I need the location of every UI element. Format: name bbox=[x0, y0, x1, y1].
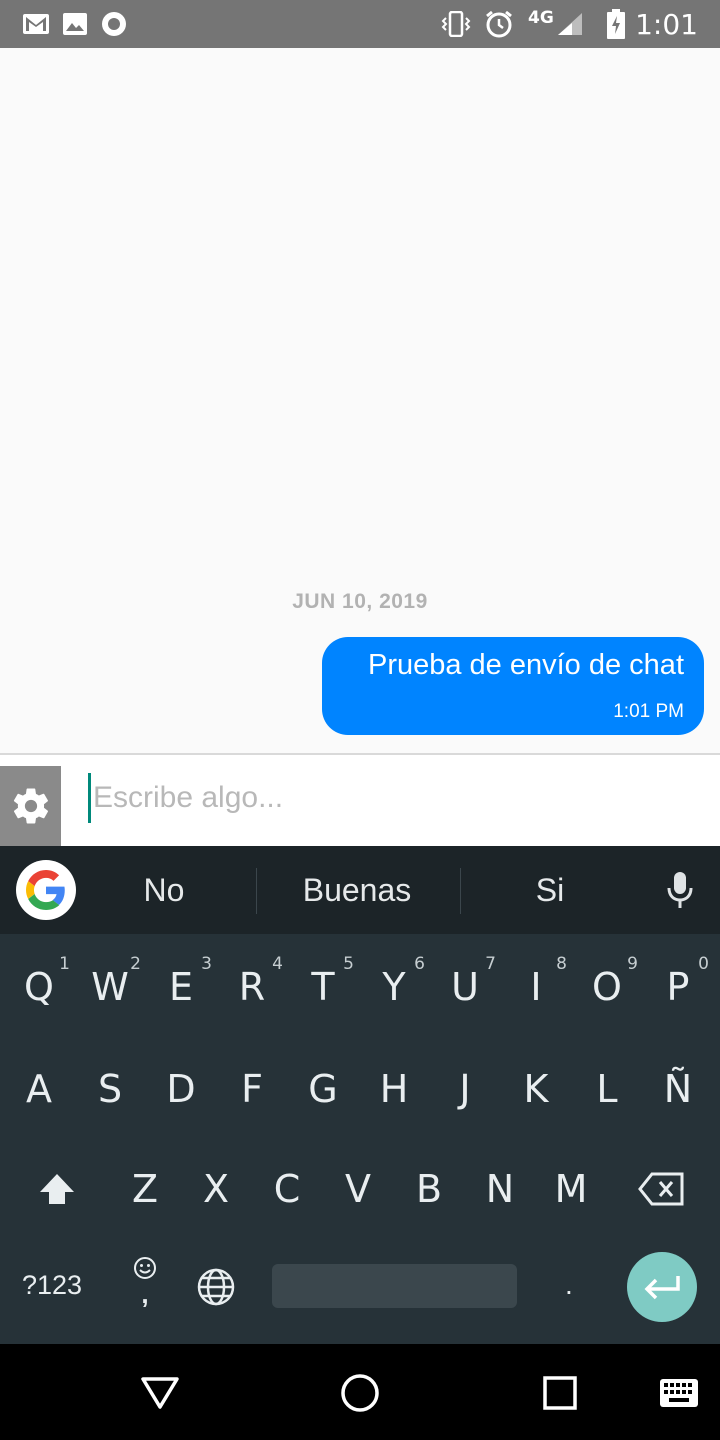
enter-key[interactable] bbox=[627, 1252, 697, 1322]
gear-icon bbox=[13, 788, 48, 824]
record-icon bbox=[100, 10, 128, 38]
message-timestamp: 1:01 PM bbox=[613, 701, 684, 722]
suggestion-3[interactable]: Si bbox=[460, 872, 640, 909]
key-t[interactable]: T5 bbox=[288, 942, 358, 1032]
key-f[interactable]: F bbox=[217, 1044, 287, 1134]
key-b[interactable]: B bbox=[394, 1144, 464, 1234]
message-text: Prueba de envío de chat bbox=[367, 649, 684, 681]
keyboard-suggestion-bar: No Buenas Si bbox=[0, 846, 720, 934]
key-x[interactable]: X bbox=[181, 1144, 251, 1234]
period-key[interactable]: . bbox=[565, 1269, 573, 1301]
key-p[interactable]: P0 bbox=[643, 942, 713, 1032]
key-r[interactable]: R4 bbox=[217, 942, 287, 1032]
date-separator: JUN 10, 2019 bbox=[292, 590, 428, 613]
keyboard-switch-button[interactable] bbox=[656, 1370, 702, 1416]
key-u[interactable]: U7 bbox=[430, 942, 500, 1032]
message-input[interactable] bbox=[88, 773, 688, 823]
key-o[interactable]: O9 bbox=[572, 942, 642, 1032]
google-icon[interactable] bbox=[16, 860, 76, 920]
image-icon bbox=[62, 10, 88, 38]
comma-label: , bbox=[141, 1279, 149, 1309]
key-c[interactable]: C bbox=[252, 1144, 322, 1234]
key-i[interactable]: I8 bbox=[501, 942, 571, 1032]
key-n[interactable]: N bbox=[465, 1144, 535, 1234]
key-v[interactable]: V bbox=[323, 1144, 393, 1234]
message-composer bbox=[0, 755, 720, 846]
backspace-key[interactable] bbox=[626, 1144, 696, 1234]
gmail-icon bbox=[22, 10, 50, 38]
recents-button[interactable] bbox=[537, 1370, 583, 1416]
recents-icon bbox=[543, 1376, 577, 1410]
backspace-icon bbox=[638, 1172, 684, 1206]
key-n-tilde[interactable]: Ñ bbox=[643, 1044, 713, 1134]
navigation-bar bbox=[0, 1344, 720, 1440]
clock: 1:01 bbox=[635, 8, 698, 41]
key-w[interactable]: W2 bbox=[75, 942, 145, 1032]
back-button[interactable] bbox=[137, 1370, 183, 1416]
suggestion-1[interactable]: No bbox=[74, 872, 254, 909]
globe-icon bbox=[197, 1268, 235, 1306]
network-type: 4G bbox=[528, 8, 554, 28]
key-j[interactable]: J bbox=[430, 1044, 500, 1134]
suggestion-divider bbox=[256, 868, 257, 914]
alarm-icon bbox=[484, 10, 514, 38]
key-z[interactable]: Z bbox=[110, 1144, 180, 1234]
emoji-icon bbox=[134, 1257, 156, 1279]
vibrate-icon bbox=[440, 10, 472, 38]
enter-icon bbox=[644, 1276, 680, 1300]
suggestion-2[interactable]: Buenas bbox=[267, 872, 447, 909]
key-d[interactable]: D bbox=[146, 1044, 216, 1134]
back-icon bbox=[141, 1377, 179, 1409]
keyboard: Q1 W2 E3 R4 T5 Y6 U7 I8 O9 P0 A S D F G … bbox=[0, 934, 720, 1344]
symbols-key[interactable]: ?123 bbox=[22, 1270, 82, 1301]
key-g[interactable]: G bbox=[288, 1044, 358, 1134]
battery-icon bbox=[606, 9, 626, 39]
outgoing-message-bubble[interactable]: Prueba de envío de chat 1:01 PM bbox=[322, 637, 704, 735]
key-m[interactable]: M bbox=[536, 1144, 606, 1234]
keyboard-switch-icon bbox=[660, 1379, 698, 1407]
signal-icon bbox=[556, 10, 584, 38]
key-q[interactable]: Q1 bbox=[4, 942, 74, 1032]
key-a[interactable]: A bbox=[4, 1044, 74, 1134]
mic-icon[interactable] bbox=[664, 870, 696, 915]
chat-area[interactable]: JUN 10, 2019 Prueba de envío de chat 1:0… bbox=[0, 48, 720, 754]
key-e[interactable]: E3 bbox=[146, 942, 216, 1032]
settings-button[interactable] bbox=[0, 766, 61, 846]
key-h[interactable]: H bbox=[359, 1044, 429, 1134]
shift-key[interactable] bbox=[22, 1144, 92, 1234]
language-key[interactable] bbox=[196, 1267, 236, 1312]
home-icon bbox=[341, 1374, 379, 1412]
key-l[interactable]: L bbox=[572, 1044, 642, 1134]
key-y[interactable]: Y6 bbox=[359, 942, 429, 1032]
key-k[interactable]: K bbox=[501, 1044, 571, 1134]
key-s[interactable]: S bbox=[75, 1044, 145, 1134]
emoji-comma-key[interactable]: , bbox=[130, 1256, 160, 1309]
status-bar: 4G 1:01 bbox=[0, 0, 720, 48]
shift-icon bbox=[40, 1174, 74, 1204]
space-bar[interactable] bbox=[272, 1264, 517, 1308]
home-button[interactable] bbox=[337, 1370, 383, 1416]
